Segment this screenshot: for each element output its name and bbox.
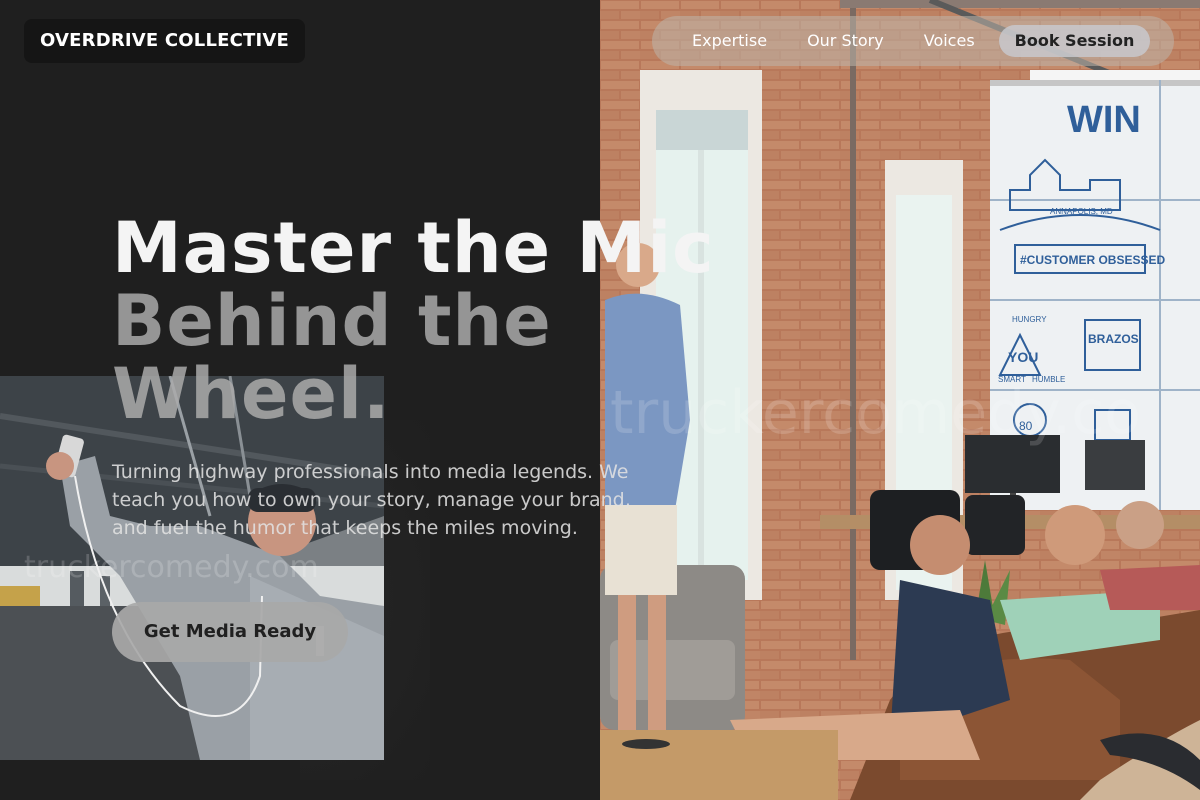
whiteboard-you: YOU [1008, 349, 1038, 365]
nav-link-our-story[interactable]: Our Story [787, 25, 904, 57]
whiteboard-brazos: BRAZOS [1088, 332, 1139, 346]
watermark-left: truckercomedy.com [24, 550, 319, 585]
brand-logo[interactable]: OVERDRIVE COLLECTIVE [24, 19, 306, 63]
whiteboard-win: WIN [1067, 99, 1141, 141]
book-session-button[interactable]: Book Session [998, 25, 1151, 57]
top-navigation: Expertise Our Story Voices Book Session [652, 16, 1174, 66]
whiteboard-city: ANNAPOLIS, MD [1050, 207, 1113, 216]
whiteboard-banner: #CUSTOMER OBSESSED [1020, 253, 1165, 267]
get-media-ready-button[interactable]: Get Media Ready [112, 602, 348, 662]
hero-headline: Master the Mic Behind the Wheel. [112, 212, 812, 431]
whiteboard-hungry: HUNGRY [1012, 315, 1047, 324]
nav-link-expertise[interactable]: Expertise [672, 25, 787, 57]
hero-headline-line1: Master the Mic [112, 207, 715, 289]
hero-headline-line2: Behind the Wheel. [112, 280, 552, 435]
nav-link-voices[interactable]: Voices [904, 25, 995, 57]
hero-subtext: Turning highway professionals into media… [112, 461, 631, 539]
